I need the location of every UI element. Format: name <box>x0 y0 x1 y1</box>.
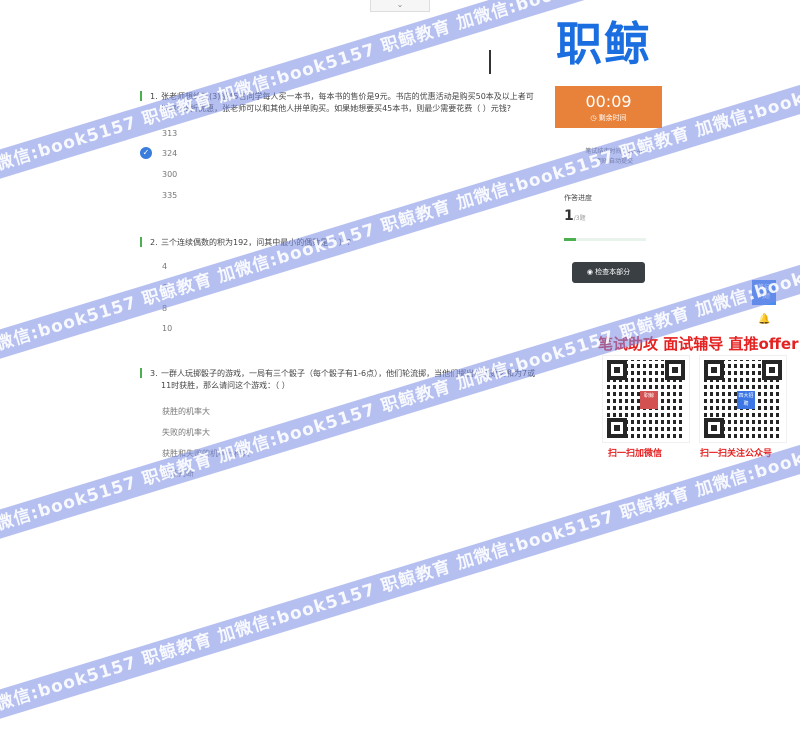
option-3-c[interactable]: 获胜和失败的机率一样大 <box>162 448 250 459</box>
end-time-label: 笔试结束时间： <box>585 148 628 155</box>
question-text: 三个连续偶数的积为192，问其中最小的偶数是（ ）? <box>161 238 352 247</box>
eye-icon: ◉ <box>586 268 596 276</box>
collapse-tab[interactable]: ⌄ <box>370 0 430 12</box>
checked-icon[interactable]: ✓ <box>140 147 152 159</box>
exam-info: 笔试结束时间：10:40 到时自动提交 <box>560 147 670 167</box>
question-2: 2. 三个连续偶数的积为192，问其中最小的偶数是（ ）? <box>140 237 540 249</box>
progress-total: /3题 <box>573 215 586 222</box>
brand-logo: 职鲸 <box>556 17 652 71</box>
option-2-d[interactable]: 10 <box>162 324 172 333</box>
question-1: 1. 张老师想给五(3)班45名同学每人买一本书，每本书的售价是9元。书店的优惠… <box>140 91 540 115</box>
option-1-c[interactable]: 300 <box>162 170 177 179</box>
timer-label: 剩余时间 <box>598 114 627 122</box>
option-3-d[interactable]: 无法判断 <box>162 468 194 479</box>
ad-headline: 笔试助攻 面试辅导 直推offer <box>598 335 799 353</box>
official-account-qr-code: 四大招聘 <box>699 355 787 443</box>
option-1-b[interactable]: 324 <box>162 149 177 158</box>
option-2-a[interactable]: 4 <box>162 262 167 271</box>
bell-icon[interactable]: 🔔 <box>758 314 770 325</box>
question-marker <box>140 91 142 101</box>
question-number: 1. <box>150 92 158 101</box>
qr-logo: 四大招聘 <box>737 391 755 409</box>
qr1-caption: 扫一扫加微信 <box>608 449 663 459</box>
countdown-timer: 00:09 ◷ 剩余时间 <box>555 86 662 128</box>
check-section-label: 检查本部分 <box>595 268 631 276</box>
text-cursor <box>489 50 491 74</box>
question-marker <box>140 368 142 378</box>
option-2-b[interactable]: 6 <box>162 283 167 292</box>
question-3: 3. 一群人玩掷骰子的游戏，一局有三个骰子（每个骰子有1-6点），他们轮流掷，当… <box>140 368 540 392</box>
question-number: 2. <box>150 238 158 247</box>
option-1-d[interactable]: 335 <box>162 191 177 200</box>
question-marker <box>140 237 142 247</box>
watermark-band: 职鲸教育 加微信:book5157 职鲸教育 加微信:book5157 职鲸教育… <box>0 398 800 747</box>
option-2-c[interactable]: 8 <box>162 304 167 313</box>
qr2-caption: 扫一扫关注公众号 <box>700 449 773 459</box>
check-section-button[interactable]: ◉ 检查本部分 <box>572 262 645 283</box>
auto-submit-note: 到时自动提交 <box>596 158 633 165</box>
option-3-a[interactable]: 获胜的机率大 <box>162 406 210 417</box>
question-number: 3. <box>150 369 158 378</box>
wechat-qr-code: 职鲸 <box>602 355 690 443</box>
progress-fill <box>564 238 577 241</box>
timer-value: 00:09 <box>585 92 632 111</box>
progress-current: 1 <box>564 208 574 224</box>
option-3-b[interactable]: 失败的机率大 <box>162 427 210 438</box>
progress-bar <box>564 238 646 241</box>
clock-icon: ◷ <box>590 114 599 122</box>
qr-logo: 职鲸 <box>640 391 658 409</box>
notes-button[interactable]: 笔记 问题 <box>752 280 776 305</box>
question-text: 一群人玩掷骰子的游戏，一局有三个骰子（每个骰子有1-6点），他们轮流掷，当他们掷… <box>161 369 536 390</box>
option-1-a[interactable]: 313 <box>162 129 177 138</box>
progress-label: 作答进度 <box>564 194 592 202</box>
question-text: 张老师想给五(3)班45名同学每人买一本书，每本书的售价是9元。书店的优惠活动是… <box>161 92 534 113</box>
progress-count: 1/3题 <box>564 208 586 224</box>
end-time: 10:40 <box>627 148 645 155</box>
